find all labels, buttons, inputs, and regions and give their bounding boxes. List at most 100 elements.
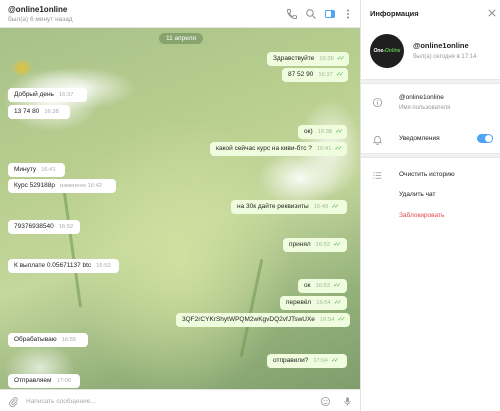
message-text: перевёл xyxy=(286,299,312,306)
incoming-message[interactable]: 79376938540 16:52 xyxy=(8,220,80,234)
message-time: 17:06 xyxy=(56,378,71,384)
block-user-button[interactable]: Заблокировать xyxy=(399,212,444,219)
message-text: Отправляем xyxy=(14,377,52,384)
outgoing-message[interactable]: перевёл 16:54 ✓✓ xyxy=(280,296,347,310)
message-text: отправили? xyxy=(273,357,309,364)
message-time: 16:53 xyxy=(96,263,111,269)
double-check-icon: ✓✓ xyxy=(336,56,345,62)
message-time: 16:49 xyxy=(313,204,329,210)
outgoing-message[interactable]: ок) 16:38 ✓✓ xyxy=(298,125,348,139)
notifications-label: Уведомления xyxy=(399,135,440,142)
message-text: 87 52 90 xyxy=(288,71,314,78)
username-label: Имя пользователя xyxy=(399,105,451,111)
delete-chat-button[interactable]: Удалить чат xyxy=(399,191,435,198)
message-time: 16:54 xyxy=(316,300,331,306)
message-text: 79376938540 xyxy=(14,223,54,230)
double-check-icon: ✓✓ xyxy=(330,358,339,364)
sidebar-toggle-icon[interactable] xyxy=(323,7,337,21)
incoming-message[interactable]: Обрабатываю 16:55 xyxy=(8,333,88,347)
search-icon[interactable] xyxy=(304,7,318,21)
chat-background: 11 апреля Здравствуйте 16:36 ✓✓ 87 52 90 16:… xyxy=(0,28,360,389)
message-text: К выплате 0.05671137 btc xyxy=(14,262,92,269)
outgoing-message[interactable]: принял 16:52 ✓✓ xyxy=(283,238,347,252)
double-check-icon: ✓✓ xyxy=(332,283,341,289)
message-time: 16:54 xyxy=(319,317,335,323)
close-icon[interactable] xyxy=(486,7,498,19)
message-text: Добрый день xyxy=(14,91,54,98)
double-check-icon: ✓✓ xyxy=(335,129,343,135)
background-flower-stem xyxy=(239,258,264,358)
avatar[interactable]: One-Online xyxy=(370,34,404,68)
background-flower-stem xyxy=(60,178,83,308)
profile-name: @online1online xyxy=(413,41,469,50)
double-check-icon: ✓✓ xyxy=(335,72,344,78)
message-time: 16:37 xyxy=(58,92,74,98)
message-time: 16:36 xyxy=(319,56,334,62)
message-time: 16:37 xyxy=(318,72,333,78)
message-time: 16:53 xyxy=(315,283,330,289)
attach-icon[interactable] xyxy=(7,395,19,407)
message-time: 16:38 xyxy=(44,109,59,115)
message-text: Минуту xyxy=(14,166,37,173)
profile-status: был(а) сегодня в 17:14 xyxy=(413,54,477,60)
message-time: 16:38 xyxy=(317,129,333,135)
info-icon xyxy=(370,95,384,109)
message-time: 16:55 xyxy=(61,337,77,343)
clear-history-button[interactable]: Очистить историю xyxy=(399,171,455,178)
incoming-message[interactable]: Добрый день 16:37 xyxy=(8,88,87,102)
date-chip: 11 апреля xyxy=(159,33,204,44)
notifications-toggle[interactable] xyxy=(477,134,493,143)
outgoing-message[interactable]: 3QF2rCYKrShytWPQM2wKgvDQ2vfJTswUXe 16:54 ✓… xyxy=(176,313,350,327)
outgoing-message[interactable]: Здравствуйте 16:36 ✓✓ xyxy=(267,52,349,66)
incoming-message[interactable]: Отправляем 17:06 xyxy=(8,374,80,388)
message-text: Обрабатываю xyxy=(14,336,57,343)
incoming-message[interactable]: Курс 529188р изменено 16:42 xyxy=(8,179,116,193)
incoming-message[interactable]: К выплате 0.05671137 btc 16:53 xyxy=(8,259,119,273)
chat-header: @online1online был(а) 6 минут назад xyxy=(0,0,360,28)
bell-icon xyxy=(370,132,384,146)
outgoing-message[interactable]: какой сейчас курс на киви-бтс ? 16:41 ✓✓ xyxy=(210,142,347,156)
message-time: 16:52 xyxy=(58,224,74,230)
message-time: 17:04 xyxy=(313,358,328,364)
message-text: 13 74 80 xyxy=(14,108,40,115)
message-time: 16:41 xyxy=(41,167,56,173)
chat-title[interactable]: @online1online xyxy=(8,5,67,14)
message-text: принял xyxy=(289,241,311,248)
message-time: 16:52 xyxy=(315,242,331,248)
section-divider xyxy=(361,79,500,84)
phone-icon[interactable] xyxy=(285,7,299,21)
incoming-message[interactable]: 13 74 80 16:38 xyxy=(8,105,70,119)
section-divider xyxy=(361,153,500,158)
message-text: какой сейчас курс на киви-бтс ? xyxy=(216,145,312,152)
list-icon xyxy=(370,168,384,182)
outgoing-message[interactable]: на 30к дайте реквизиты 16:49 ✓✓ xyxy=(231,200,347,214)
emoji-icon[interactable] xyxy=(319,395,331,407)
more-vert-icon[interactable] xyxy=(341,7,355,21)
chat-last-seen: был(а) 6 минут назад xyxy=(8,16,73,23)
double-check-icon: ✓✓ xyxy=(331,204,339,210)
message-text: на 30к дайте реквизиты xyxy=(237,203,309,210)
message-time: 16:41 xyxy=(316,146,332,152)
incoming-message[interactable]: Минуту 16:41 xyxy=(8,163,65,177)
outgoing-message[interactable]: ок 16:53 ✓✓ xyxy=(298,279,347,293)
message-text: Курс 529188р xyxy=(14,182,55,189)
message-text: 3QF2rCYKrShytWPQM2wKgvDQ2vfJTswUXe xyxy=(182,316,315,323)
message-time: изменено 16:42 xyxy=(59,183,103,189)
message-input[interactable] xyxy=(26,394,306,408)
info-panel: Информация One-Online @online1online был… xyxy=(360,0,500,411)
microphone-icon[interactable] xyxy=(341,395,353,407)
outgoing-message[interactable]: отправили? 17:04 ✓✓ xyxy=(267,354,347,368)
message-text: ок xyxy=(304,282,311,289)
avatar-logo-text: One-Online xyxy=(373,48,401,54)
chat-pane: @online1online был(а) 6 минут назад 11 а… xyxy=(0,0,360,411)
double-check-icon: ✓✓ xyxy=(337,317,345,323)
composer xyxy=(0,389,360,411)
outgoing-message[interactable]: 87 52 90 16:37 ✓✓ xyxy=(282,68,348,82)
message-text: Здравствуйте xyxy=(273,55,315,62)
double-check-icon: ✓✓ xyxy=(333,300,342,306)
double-check-icon: ✓✓ xyxy=(334,146,342,152)
info-panel-title: Информация xyxy=(370,9,419,18)
username-value[interactable]: @online1online xyxy=(399,94,444,101)
message-text: ок) xyxy=(304,128,313,135)
double-check-icon: ✓✓ xyxy=(333,242,341,248)
